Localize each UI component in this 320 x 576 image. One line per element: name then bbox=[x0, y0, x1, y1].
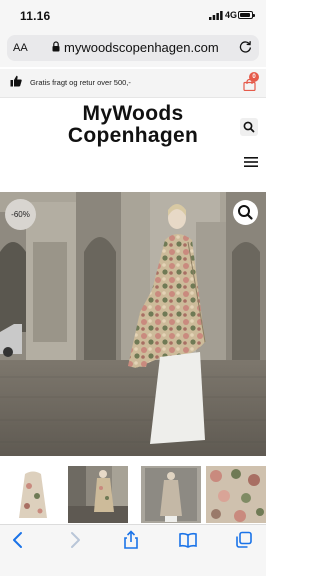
thumbnail-image[interactable] bbox=[206, 466, 266, 523]
lock-icon bbox=[52, 41, 60, 52]
url-text[interactable]: mywoodscopenhagen.com bbox=[64, 40, 219, 55]
text-size-button[interactable]: AA bbox=[13, 42, 28, 54]
zoom-icon bbox=[238, 205, 253, 220]
battery-icon bbox=[238, 11, 255, 19]
tabs-icon[interactable] bbox=[234, 530, 254, 550]
search-button[interactable] bbox=[240, 118, 258, 136]
hamburger-menu-icon[interactable] bbox=[244, 156, 258, 168]
brand-logo-line2: Copenhagen bbox=[67, 124, 199, 147]
thumbnail-image[interactable] bbox=[68, 466, 128, 523]
product-hero-image[interactable] bbox=[0, 192, 266, 456]
thumbnail-3-illustration bbox=[141, 466, 201, 523]
thumbnail-image[interactable] bbox=[3, 466, 63, 523]
thumbs-up-icon bbox=[10, 75, 22, 87]
brand-logo[interactable]: MyWoods Copenhagen bbox=[0, 103, 266, 147]
thumbnail-2-illustration bbox=[68, 466, 128, 523]
cart-count-badge: 0 bbox=[249, 72, 259, 82]
thumbnail-image[interactable] bbox=[141, 466, 201, 523]
discount-badge: -60% bbox=[5, 199, 36, 230]
zoom-button[interactable] bbox=[233, 200, 258, 225]
network-type: 4G bbox=[225, 10, 238, 20]
reload-icon[interactable] bbox=[239, 40, 252, 53]
signal-icon bbox=[209, 11, 223, 20]
bookmarks-icon[interactable] bbox=[178, 530, 198, 550]
hero-photo-illustration bbox=[0, 192, 266, 456]
share-icon[interactable] bbox=[121, 530, 141, 550]
back-icon[interactable] bbox=[9, 530, 29, 550]
thumbnail-1-illustration bbox=[3, 466, 63, 523]
thumbnail-4-illustration bbox=[206, 466, 266, 523]
status-time: 11.16 bbox=[20, 9, 51, 23]
search-icon bbox=[243, 121, 255, 133]
brand-logo-line1: MyWoods bbox=[82, 102, 184, 125]
promo-text: Gratis fragt og retur over 500,- bbox=[30, 78, 131, 87]
forward-icon[interactable] bbox=[64, 530, 84, 550]
